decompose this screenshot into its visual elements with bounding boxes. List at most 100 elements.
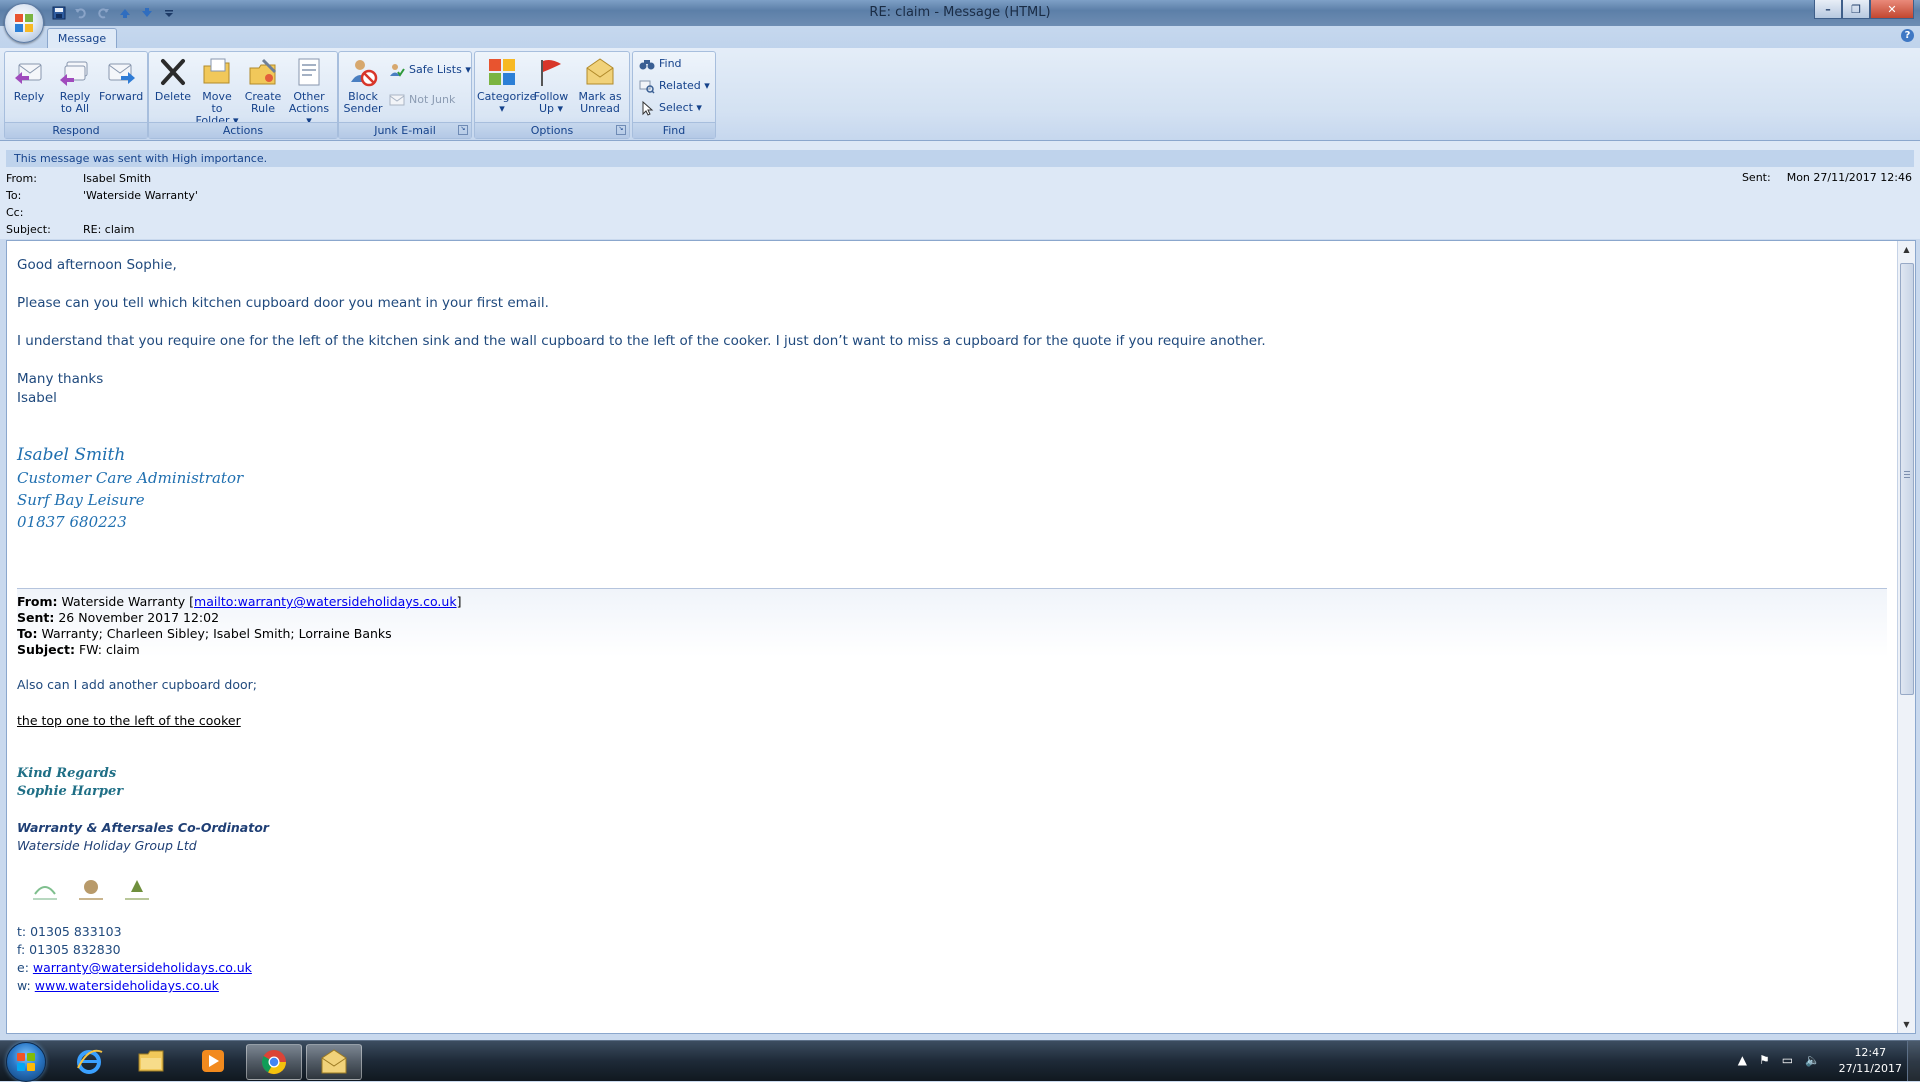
respond-group: Reply Reply to All Forward Respond: [4, 51, 148, 139]
close-button[interactable]: ✕: [1870, 0, 1914, 19]
scroll-up-icon[interactable]: ▲: [1898, 241, 1915, 258]
taskbar-clock[interactable]: 12:47 27/11/2017: [1839, 1045, 1902, 1077]
block-sender-icon: [351, 60, 378, 87]
original-message-header: From: Waterside Warranty [mailto:warrant…: [17, 588, 1887, 657]
find-button[interactable]: Find: [639, 54, 682, 74]
mark-as-unread-button[interactable]: Mark as Unread: [575, 56, 625, 115]
original-from: From: Waterside Warranty [mailto:warrant…: [17, 594, 462, 609]
select-button[interactable]: Select ▾: [639, 98, 702, 118]
help-icon[interactable]: ?: [1901, 29, 1914, 42]
network-icon[interactable]: ▭: [1782, 1053, 1793, 1067]
system-tray: ▲ ⚑ ▭ 🔈: [1738, 1053, 1820, 1067]
internet-explorer-icon: [77, 1049, 103, 1074]
junk-email-group: Block Sender Safe Lists ▾ Not Junk Junk …: [338, 51, 472, 139]
message-header: This message was sent with High importan…: [0, 141, 1920, 239]
original-email-link[interactable]: warranty@watersideholidays.co.uk: [33, 960, 252, 975]
original-website-link[interactable]: www.watersideholidays.co.uk: [35, 978, 219, 993]
show-desktop-button[interactable]: [1907, 1041, 1920, 1081]
original-line-2: the top one to the left of the cooker: [17, 713, 241, 728]
body-paragraph-1: Please can you tell which kitchen cupboa…: [17, 295, 549, 311]
safe-lists-button[interactable]: Safe Lists ▾: [389, 60, 471, 80]
closing-name: Isabel: [17, 390, 57, 406]
categorize-button[interactable]: Categorize ▾: [477, 56, 536, 115]
waterside-logo-icon: [79, 880, 103, 900]
park-logo-icon: [33, 886, 57, 900]
not-junk-icon: [389, 94, 405, 106]
reply-all-button[interactable]: Reply to All: [53, 56, 97, 115]
create-rule-button[interactable]: Create Rule: [241, 56, 285, 115]
title-bar: RE: claim - Message (HTML) – ❐ ✕: [0, 0, 1920, 26]
from-value[interactable]: Isabel Smith: [83, 171, 151, 187]
sent-label: Sent:: [1741, 171, 1771, 184]
not-junk-button[interactable]: Not Junk: [389, 90, 455, 110]
original-fax: f: 01305 832830: [17, 942, 121, 957]
rule-icon: [249, 58, 277, 85]
original-subject: Subject: FW: claim: [17, 642, 140, 657]
start-button[interactable]: [6, 1042, 46, 1082]
delete-button[interactable]: Delete: [151, 56, 195, 103]
original-from-mailto-link[interactable]: mailto:warranty@watersideholidays.co.uk: [194, 594, 457, 609]
greeting: Good afternoon Sophie,: [17, 257, 177, 273]
tab-message[interactable]: Message: [47, 28, 117, 49]
scrollbar-thumb[interactable]: [1900, 263, 1914, 695]
window-controls: – ❐ ✕: [1814, 0, 1914, 19]
ribbon: Reply Reply to All Forward Respond Delet…: [0, 48, 1920, 141]
safe-lists-icon: [390, 64, 405, 77]
minimize-button[interactable]: –: [1814, 0, 1842, 19]
follow-up-button[interactable]: Follow Up ▾: [529, 56, 573, 115]
window-title: RE: claim - Message (HTML): [869, 5, 1051, 20]
vertical-scrollbar[interactable]: ▲ ▼: [1897, 241, 1915, 1033]
original-email: e: warranty@watersideholidays.co.uk: [17, 960, 252, 975]
other-actions-icon: [298, 58, 320, 86]
forward-icon: [108, 63, 135, 84]
move-to-folder-button[interactable]: Move to Folder ▾: [195, 56, 239, 127]
original-sender-role: Warranty & Aftersales Co-Ordinator: [17, 820, 269, 835]
reply-button[interactable]: Reply: [7, 56, 51, 103]
original-regards: Kind Regards: [17, 766, 117, 781]
taskbar: ▲ ⚑ ▭ 🔈 12:47 27/11/2017: [0, 1040, 1920, 1082]
clock-date: 27/11/2017: [1838, 1062, 1902, 1075]
subject-row: Subject: RE: claim: [6, 222, 134, 238]
taskbar-chrome[interactable]: [246, 1044, 302, 1080]
related-button[interactable]: Related ▾: [639, 76, 710, 96]
delete-icon: [161, 59, 185, 85]
original-website: w: www.watersideholidays.co.uk: [17, 978, 219, 993]
taskbar-file-explorer[interactable]: [124, 1044, 178, 1078]
company-logos: [27, 876, 155, 906]
options-group-label: Options: [475, 122, 629, 138]
volume-icon[interactable]: 🔈: [1805, 1053, 1820, 1067]
message-body[interactable]: Good afternoon Sophie, Please can you te…: [6, 240, 1916, 1034]
find-group-label: Find: [633, 122, 715, 138]
original-sender-name: Sophie Harper: [17, 784, 124, 799]
reply-icon: [15, 63, 42, 84]
from-label: From:: [6, 172, 37, 185]
reply-all-icon: [60, 61, 88, 86]
show-hidden-icons-icon[interactable]: ▲: [1738, 1053, 1747, 1067]
office-button[interactable]: [4, 3, 44, 43]
forward-button[interactable]: Forward: [99, 56, 143, 103]
signature-title: Customer Care Administrator: [17, 469, 244, 487]
binoculars-icon: [639, 60, 655, 70]
signature-name: Isabel Smith: [17, 445, 126, 465]
resort-logo-icon: [125, 880, 149, 900]
scroll-down-icon[interactable]: ▼: [1898, 1016, 1915, 1033]
block-sender-button[interactable]: Block Sender: [341, 56, 385, 115]
action-center-flag-icon[interactable]: ⚑: [1759, 1053, 1770, 1067]
subject-label: Subject:: [6, 223, 51, 236]
junk-email-dialog-launcher[interactable]: ↘: [458, 125, 468, 135]
taskbar-outlook[interactable]: [306, 1044, 362, 1080]
folder-explorer-icon: [138, 1050, 164, 1072]
to-value[interactable]: 'Waterside Warranty': [83, 188, 198, 204]
other-actions-button[interactable]: Other Actions ▾: [287, 56, 331, 127]
actions-group: Delete Move to Folder ▾ Create Rule Othe…: [148, 51, 338, 139]
original-line-1: Also can I add another cupboard door;: [17, 677, 257, 692]
cursor-icon: [642, 100, 654, 116]
importance-infobar: This message was sent with High importan…: [6, 150, 1914, 167]
signature-company: Surf Bay Leisure: [17, 491, 145, 509]
taskbar-internet-explorer[interactable]: [62, 1044, 116, 1078]
options-dialog-launcher[interactable]: ↘: [616, 125, 626, 135]
to-row: To: 'Waterside Warranty': [6, 188, 198, 204]
restore-button[interactable]: ❐: [1842, 0, 1870, 19]
options-group: Categorize ▾ Follow Up ▾ Mark as Unread …: [474, 51, 630, 139]
taskbar-media-player[interactable]: [186, 1044, 240, 1078]
